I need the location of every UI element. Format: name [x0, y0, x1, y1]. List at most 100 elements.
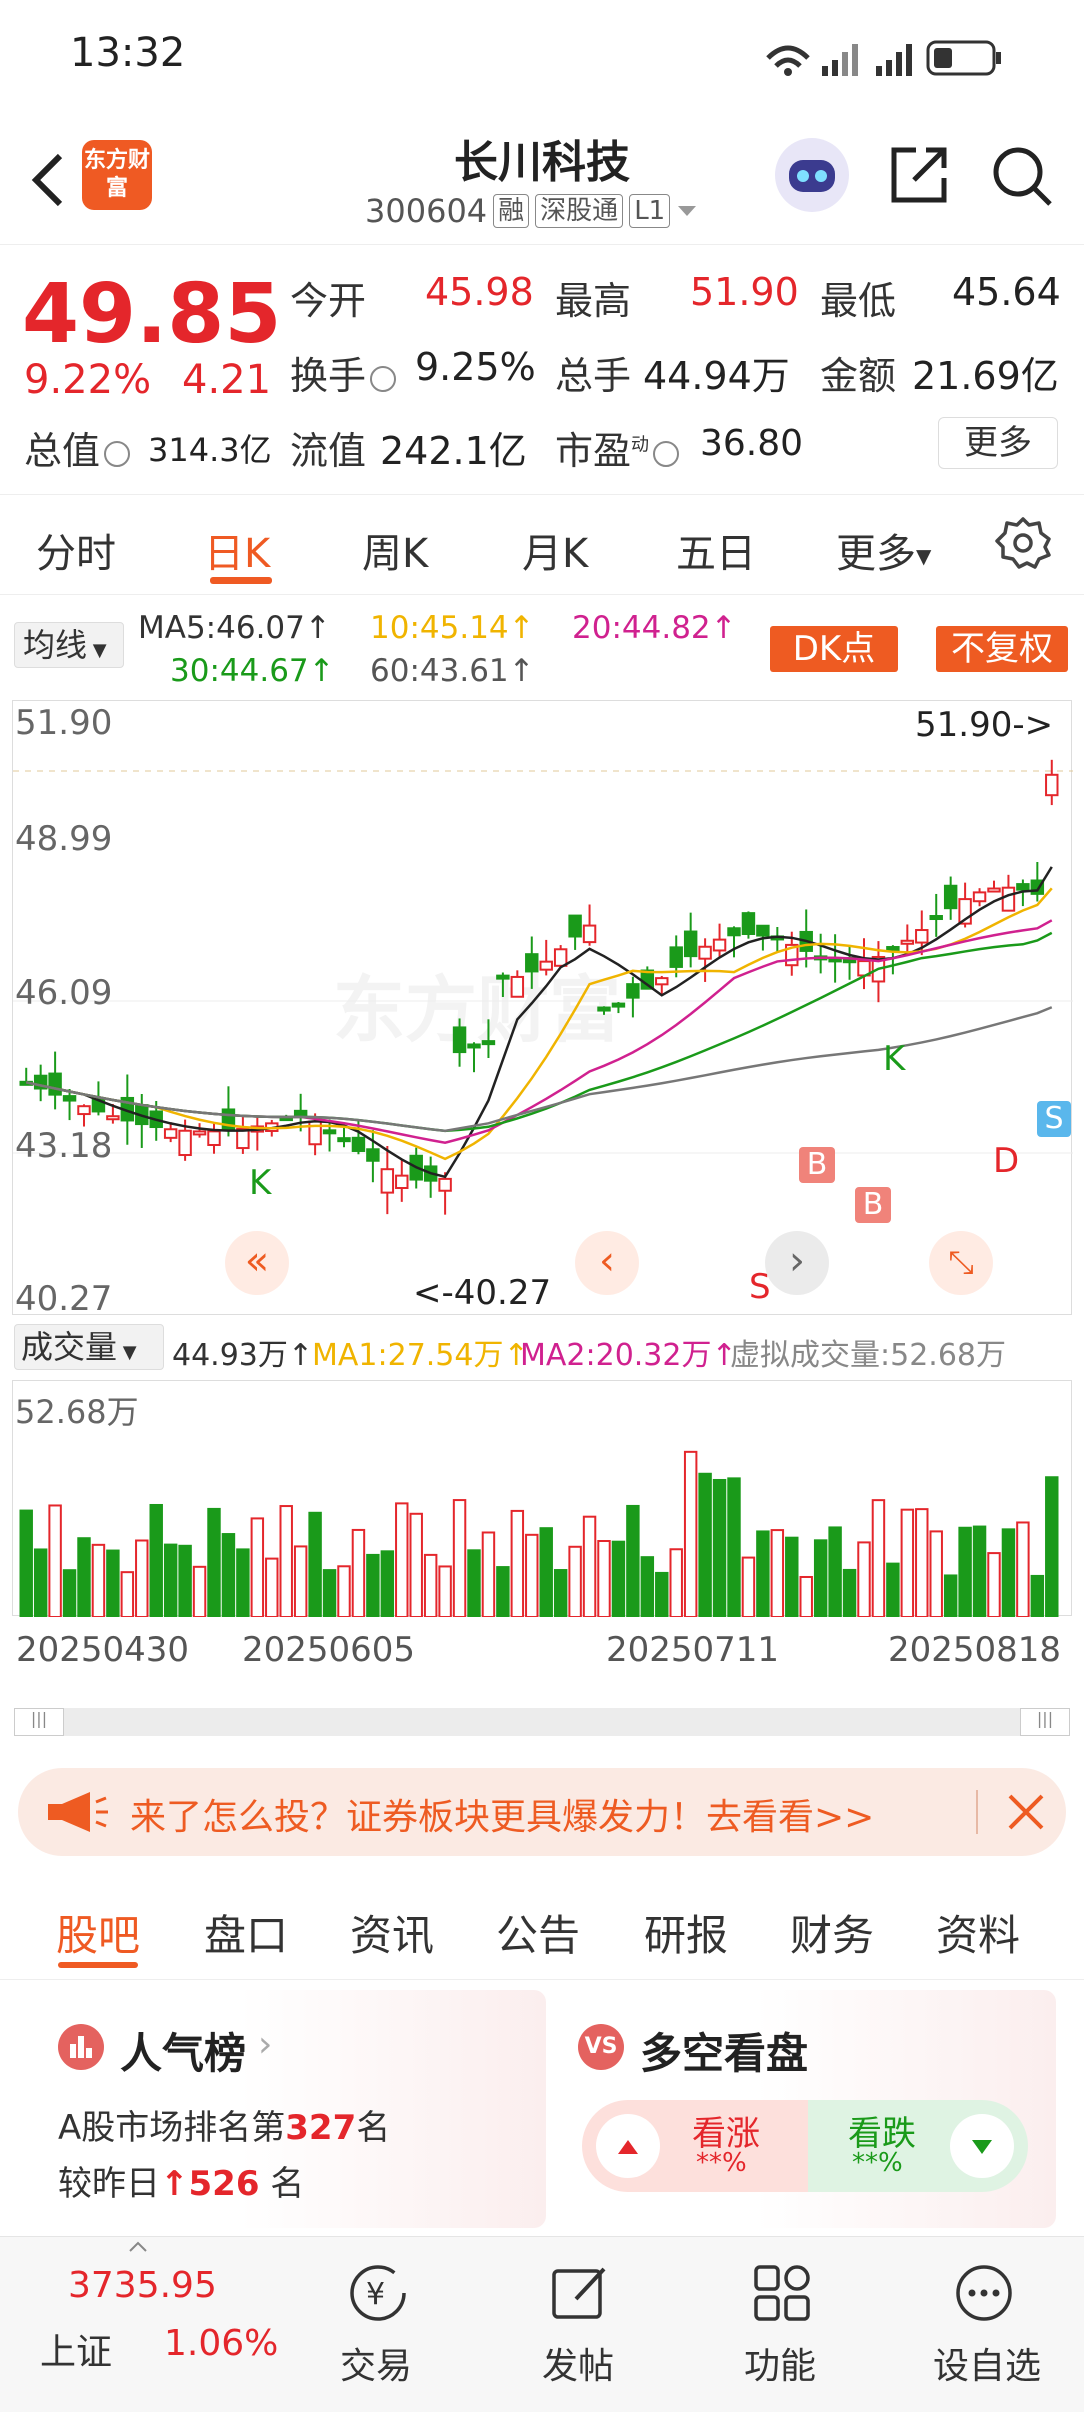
tab-five-day[interactable]: 五日	[676, 521, 756, 579]
tab-weekly-k[interactable]: 周K	[362, 521, 428, 579]
tab-daily-k[interactable]: 日K	[204, 521, 270, 579]
virtual-volume: 虚拟成交量:52.68万	[730, 1338, 1006, 1373]
signal-b-2[interactable]: B	[855, 1187, 891, 1223]
index-ticker[interactable]: 3735.95 上证 1.06%	[0, 2237, 278, 2412]
volume-selector[interactable]: 成交量 ▼	[14, 1324, 164, 1370]
fullscreen-icon[interactable]: ⤡	[929, 1231, 993, 1295]
volume-bar	[33, 1548, 48, 1617]
trade-icon: ¥	[350, 2265, 406, 2321]
ma-legend: 均线 ▼ MA5:46.07↑ 10:45.14↑ 20:44.82↑ 30:4…	[0, 600, 1084, 695]
volume-bar	[236, 1548, 250, 1617]
volume-bar	[178, 1544, 192, 1617]
volume-bar	[900, 1508, 915, 1617]
volume-value: 44.93万↑	[172, 1338, 314, 1373]
more-button[interactable]: 更多	[938, 417, 1058, 469]
ai-assistant-icon[interactable]	[775, 138, 849, 212]
indicator-selector[interactable]: 均线 ▼	[14, 622, 124, 668]
tab-intraday[interactable]: 分时	[36, 521, 116, 579]
gear-icon[interactable]	[995, 515, 1051, 571]
volume-bar	[337, 1565, 351, 1617]
candle	[886, 946, 900, 952]
candle	[756, 924, 770, 937]
range-handle-left[interactable]: |||	[14, 1708, 64, 1736]
tag-margin: 融	[493, 194, 530, 228]
promo-banner[interactable]: 来了怎么投？证券板块更具爆发力！去看看>>	[18, 1768, 1066, 1856]
date-label: 20250711	[606, 1630, 780, 1670]
volume-bar	[91, 1543, 106, 1617]
info-icon[interactable]	[653, 440, 680, 467]
chevron-right-icon: ›	[258, 2024, 273, 2065]
share-icon[interactable]	[888, 144, 950, 206]
low-label: 最低	[820, 279, 897, 323]
close-icon[interactable]	[1006, 1792, 1046, 1832]
sentiment-title: 多空看盘	[640, 2029, 809, 2078]
volume-bar	[553, 1569, 568, 1617]
candle	[380, 1168, 395, 1194]
candle	[626, 983, 640, 999]
tag-level: L1	[629, 194, 671, 228]
ma10-value: 10:45.14↑	[370, 610, 535, 646]
open-value: 45.98	[425, 270, 534, 314]
volume-bar	[149, 1503, 163, 1617]
tab-more[interactable]: 更多▼	[836, 521, 931, 579]
low-value: 45.64	[952, 270, 1061, 314]
info-icon[interactable]	[104, 440, 131, 467]
search-icon[interactable]	[990, 144, 1054, 208]
tab-research[interactable]: 研报	[644, 1902, 728, 1963]
tab-financials[interactable]: 财务	[790, 1902, 874, 1963]
volume-chart[interactable]: 52.68万	[12, 1380, 1072, 1617]
volume-bar	[958, 1526, 972, 1617]
tab-forum[interactable]: 股吧	[56, 1902, 140, 1963]
ma20-value: 20:44.82↑	[572, 610, 737, 646]
turnover-label: 换手	[290, 345, 400, 400]
status-time: 13:32	[70, 30, 186, 76]
tab-news[interactable]: 资讯	[350, 1902, 434, 1963]
date-label: 20250430	[16, 1630, 190, 1670]
volume-bar	[1045, 1476, 1059, 1617]
candle	[683, 930, 698, 958]
tab-profile[interactable]: 资料	[936, 1902, 1020, 1963]
candle	[915, 929, 929, 944]
volume-bar	[351, 1528, 366, 1617]
nav-trade[interactable]: 交易	[316, 2337, 436, 2389]
rank-text: A股市场排名第327名	[58, 2108, 391, 2148]
nav-functions[interactable]: 功能	[720, 2337, 840, 2389]
scroll-left-icon[interactable]: «	[225, 1231, 289, 1295]
mktcap-label: 总值	[24, 420, 134, 475]
tab-announcements[interactable]: 公告	[496, 1902, 580, 1963]
volume-ma1: MA1:27.54万↑	[312, 1338, 529, 1373]
candle	[106, 1115, 120, 1121]
change-amount: 4.21	[182, 357, 272, 403]
volume-bar	[1030, 1574, 1045, 1617]
stock-code-row[interactable]: 300604 融 深股通 L1	[365, 192, 698, 230]
next-icon[interactable]: ›	[765, 1231, 829, 1295]
candle	[62, 1095, 77, 1102]
range-handle-right[interactable]: |||	[1020, 1708, 1070, 1736]
info-icon[interactable]	[370, 365, 397, 392]
signal-s-blue[interactable]: S	[1037, 1101, 1071, 1137]
volume-bar	[698, 1472, 712, 1617]
sentiment-card[interactable]: VS 多空看盘 看涨 **% 看跌 **%	[556, 1990, 1056, 2228]
bullish-button[interactable]: 看涨 **%	[582, 2100, 808, 2192]
dk-point-button[interactable]: DK点	[770, 626, 898, 672]
nav-add-watchlist[interactable]: 设自选	[922, 2337, 1052, 2389]
nav-post[interactable]: 发帖	[518, 2337, 638, 2389]
volume-bar	[308, 1511, 322, 1617]
range-scrollbar[interactable]: ||| |||	[14, 1708, 1070, 1736]
volume-bar	[366, 1553, 380, 1617]
ma-line	[25, 887, 1053, 1161]
prev-icon[interactable]: ‹	[575, 1231, 639, 1295]
tab-orderbook[interactable]: 盘口	[204, 1902, 288, 1963]
svg-text:¥: ¥	[366, 2277, 385, 2312]
candle	[1016, 883, 1030, 891]
volume-bar	[886, 1562, 900, 1617]
kline-chart[interactable]: 东方财富 51.90 48.99 46.09 43.18 40.27 51.90…	[12, 700, 1073, 1319]
adjust-button[interactable]: 不复权	[936, 626, 1068, 672]
tab-monthly-k[interactable]: 月K	[522, 521, 588, 579]
bearish-button[interactable]: 看跌 **%	[808, 2100, 1028, 2192]
signal-b-1[interactable]: B	[799, 1147, 835, 1183]
popularity-card[interactable]: 人气榜 › A股市场排名第327名 较昨日↑526 名	[36, 1990, 546, 2228]
candle	[972, 891, 987, 903]
volume-bar	[1016, 1521, 1030, 1617]
candle	[192, 1130, 207, 1136]
